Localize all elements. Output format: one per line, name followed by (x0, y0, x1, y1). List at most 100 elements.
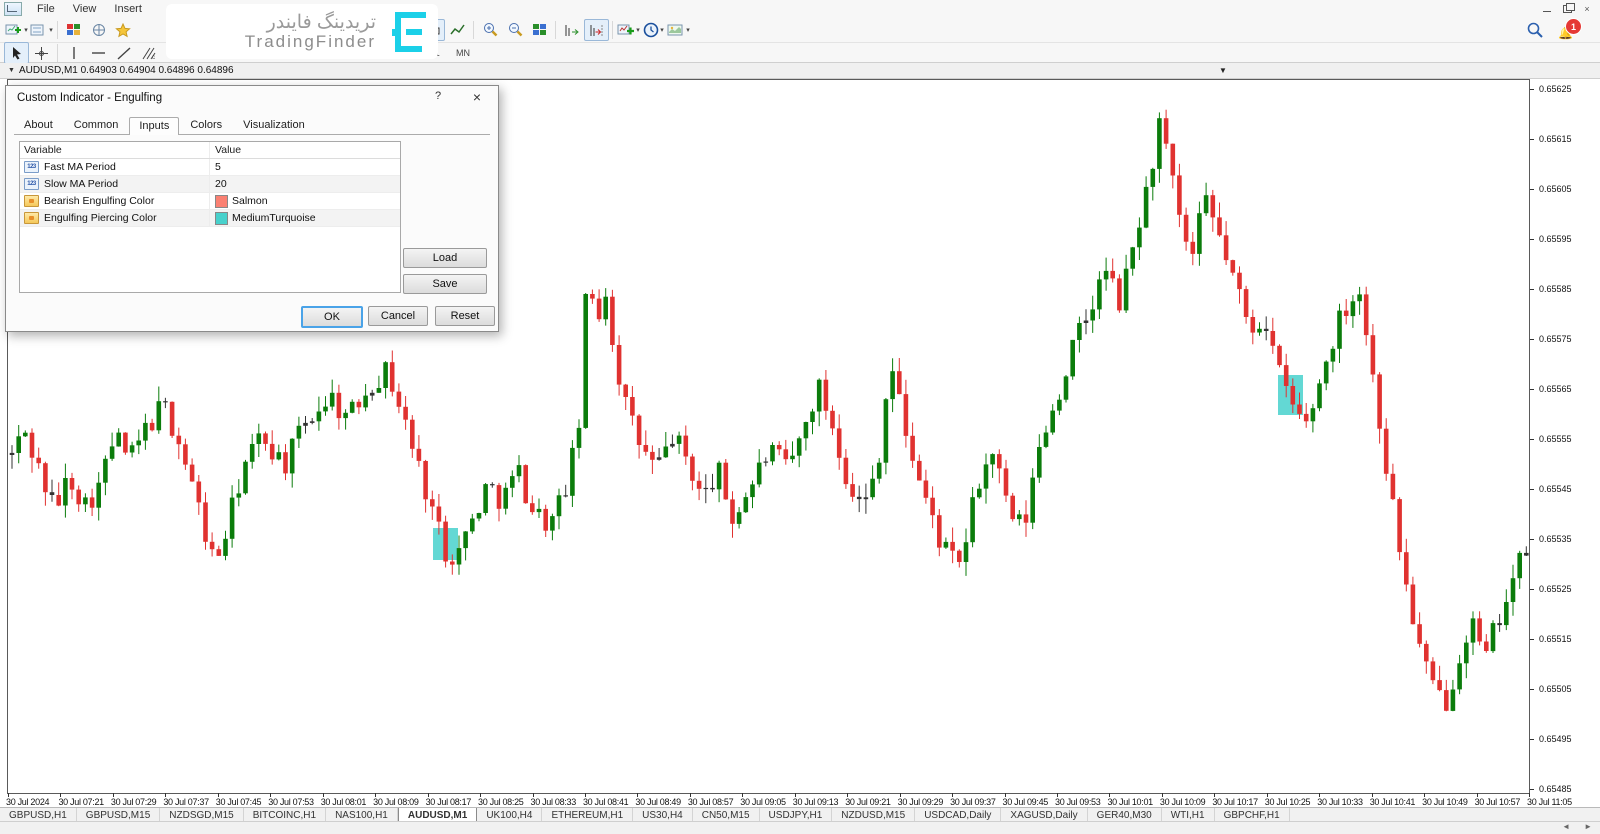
price-tick (1530, 489, 1534, 490)
dialog-tab-about[interactable]: About (14, 116, 63, 134)
periods-icon[interactable]: ▾ (641, 19, 666, 41)
price-axis-label: 0.65495 (1539, 734, 1572, 744)
line-chart-icon[interactable] (445, 19, 470, 41)
dialog-title: Custom Indicator - Engulfing (17, 92, 162, 104)
auto-scroll-icon[interactable] (559, 19, 584, 41)
table-row[interactable]: Bearish Engulfing Color Salmon (20, 193, 400, 210)
load-button[interactable]: Load (403, 248, 487, 268)
chart-shift-icon[interactable] (584, 19, 609, 41)
symbol-tab[interactable]: USDCAD,Daily (915, 808, 1001, 822)
trendline-icon[interactable] (111, 42, 136, 64)
symbol-tab[interactable]: US30,H4 (633, 808, 693, 822)
market-watch-icon[interactable] (61, 19, 86, 41)
symbol-tab[interactable]: ETHEREUM,H1 (542, 808, 633, 822)
restore-icon[interactable] (1558, 3, 1576, 16)
menu-insert[interactable]: Insert (105, 1, 151, 17)
value-cell[interactable]: 5 (210, 161, 400, 173)
symbol-tab[interactable]: NAS100,H1 (326, 808, 398, 822)
custom-indicator-dialog: Custom Indicator - Engulfing ? × AboutCo… (5, 85, 499, 332)
value-cell[interactable]: 20 (210, 178, 400, 190)
profiles-icon[interactable]: ▾ (29, 19, 54, 41)
time-axis-label: 30 Jul 10:01 (1107, 797, 1152, 807)
time-axis-label: 30 Jul 2024 (6, 797, 49, 807)
price-tick (1530, 189, 1534, 190)
price-tick (1530, 239, 1534, 240)
time-axis-label: 30 Jul 08:01 (321, 797, 366, 807)
window-controls: × (1538, 3, 1596, 16)
time-axis-label: 30 Jul 07:29 (111, 797, 156, 807)
cursor-icon[interactable] (4, 42, 29, 64)
dialog-tab-common[interactable]: Common (64, 116, 129, 134)
symbol-tab[interactable]: GBPCHF,H1 (1215, 808, 1290, 822)
notification-bell-icon[interactable]: 🔔 1 (1556, 18, 1582, 42)
price-axis-label: 0.65555 (1539, 434, 1572, 444)
mt4-window: File View Insert × ▾ ▾ (0, 0, 1600, 834)
dialog-titlebar[interactable]: Custom Indicator - Engulfing (6, 86, 498, 110)
navigator-icon[interactable] (86, 19, 111, 41)
time-axis-label: 30 Jul 09:05 (740, 797, 785, 807)
tab-scroll-left-icon[interactable]: ◄ (1562, 822, 1570, 831)
dialog-tab-inputs[interactable]: Inputs (129, 117, 179, 135)
crosshair-icon[interactable] (29, 42, 54, 64)
symbol-tab[interactable]: WTI,H1 (1162, 808, 1215, 822)
favorites-icon[interactable] (111, 19, 136, 41)
value-text: MediumTurquoise (232, 212, 316, 224)
variable-label: Bearish Engulfing Color (44, 195, 154, 207)
time-axis-label: 30 Jul 11:05 (1527, 797, 1572, 807)
symbol-tab[interactable]: GBPUSD,H1 (0, 808, 77, 822)
search-icon[interactable] (1526, 21, 1544, 44)
help-button[interactable]: ? (430, 90, 446, 106)
new-chart-icon[interactable]: ▾ (4, 19, 29, 41)
fibonacci-icon[interactable]: c (136, 42, 161, 64)
symbol-tab[interactable]: GBPUSD,M15 (77, 808, 160, 822)
menu-view[interactable]: View (64, 1, 106, 17)
menu-file[interactable]: File (28, 1, 64, 17)
time-axis-label: 30 Jul 09:37 (950, 797, 995, 807)
price-tick (1530, 339, 1534, 340)
symbol-tab[interactable]: AUDUSD,M1 (398, 808, 477, 822)
variable-label: Engulfing Piercing Color (44, 212, 157, 224)
table-row[interactable]: 123Fast MA Period5 (20, 159, 400, 176)
symbol-tab[interactable]: NZDSGD,M15 (160, 808, 243, 822)
dialog-tab-visualization[interactable]: Visualization (233, 116, 315, 134)
table-row[interactable]: Engulfing Piercing Color MediumTurquoise (20, 210, 400, 227)
chart-title: AUDUSD,M1 0.64903 0.64904 0.64896 0.6489… (19, 65, 234, 76)
save-button[interactable]: Save (403, 274, 487, 294)
symbol-tab[interactable]: USDJPY,H1 (760, 808, 833, 822)
symbol-tab[interactable]: CN50,M15 (693, 808, 760, 822)
price-tick (1530, 689, 1534, 690)
close-icon[interactable]: × (1578, 3, 1596, 16)
chart-menu-caret-icon[interactable]: ▼ (8, 67, 15, 74)
value-cell[interactable]: MediumTurquoise (210, 212, 400, 225)
minimize-icon[interactable] (1538, 3, 1556, 16)
symbol-tab[interactable]: BITCOINC,H1 (244, 808, 326, 822)
price-tick (1530, 89, 1534, 90)
table-row[interactable]: 123Slow MA Period20 (20, 176, 400, 193)
ok-button[interactable]: OK (301, 306, 363, 328)
cancel-button[interactable]: Cancel (368, 306, 428, 326)
indicators-icon[interactable]: ▾ (616, 19, 641, 41)
value-text: 20 (215, 178, 227, 190)
symbol-tab[interactable]: NZDUSD,M15 (832, 808, 915, 822)
time-axis-label: 30 Jul 10:33 (1317, 797, 1362, 807)
vertical-line-icon[interactable] (61, 42, 86, 64)
tab-scroll-right-icon[interactable]: ► (1584, 822, 1592, 831)
zoom-out-icon[interactable] (502, 19, 527, 41)
symbol-tab[interactable]: UK100,H4 (477, 808, 542, 822)
reset-button[interactable]: Reset (435, 306, 495, 326)
value-cell[interactable]: Salmon (210, 195, 400, 208)
timeframe-mn[interactable]: MN (449, 44, 477, 62)
time-axis-label: 30 Jul 07:21 (58, 797, 103, 807)
symbol-tab[interactable]: XAGUSD,Daily (1001, 808, 1087, 822)
horizontal-line-icon[interactable] (86, 42, 111, 64)
app-icon (4, 2, 22, 16)
time-axis-label: 30 Jul 08:09 (373, 797, 418, 807)
dialog-tab-colors[interactable]: Colors (180, 116, 232, 134)
toolbar-separator (57, 44, 58, 62)
zoom-in-icon[interactable] (477, 19, 502, 41)
dialog-close-icon[interactable]: × (468, 88, 486, 106)
templates-icon[interactable]: ▾ (666, 19, 691, 41)
tile-windows-icon[interactable] (527, 19, 552, 41)
table-header-row: VariableValue (20, 142, 400, 159)
symbol-tab[interactable]: GER40,M30 (1088, 808, 1162, 822)
